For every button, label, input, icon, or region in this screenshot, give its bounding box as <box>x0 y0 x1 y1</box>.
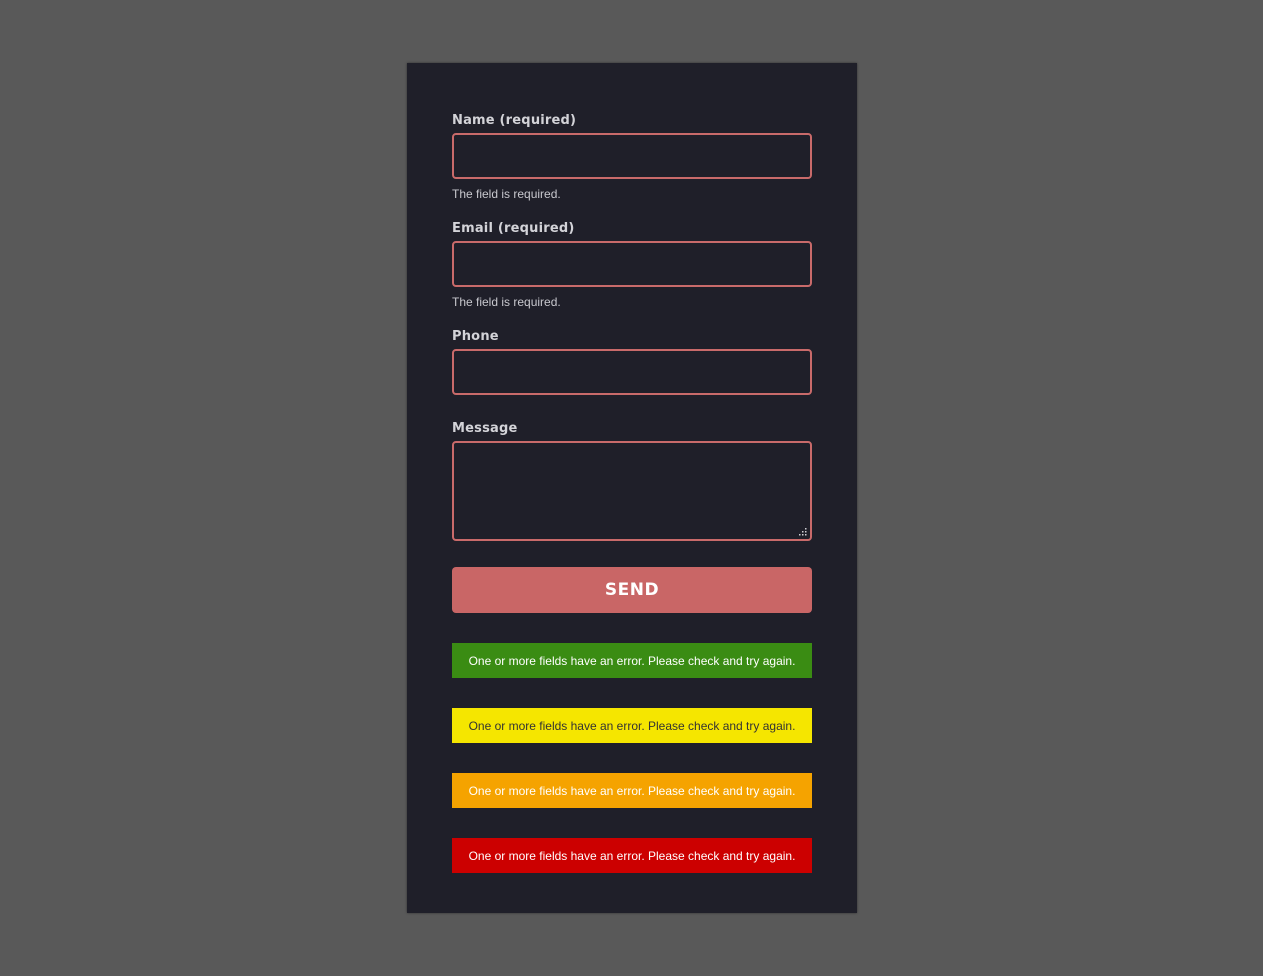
contact-form-card: Name (required) The field is required. E… <box>407 63 857 913</box>
name-error-message: The field is required. <box>452 187 561 201</box>
name-input[interactable] <box>452 133 812 179</box>
send-button[interactable]: SEND <box>452 567 812 613</box>
alert-success: One or more fields have an error. Please… <box>452 643 812 678</box>
phone-input[interactable] <box>452 349 812 395</box>
resize-grip-icon[interactable] <box>799 528 807 536</box>
email-label: Email (required) <box>452 221 575 236</box>
alert-caution: One or more fields have an error. Please… <box>452 773 812 808</box>
phone-label: Phone <box>452 329 499 344</box>
message-textarea[interactable] <box>452 441 812 541</box>
message-label: Message <box>452 421 518 436</box>
email-error-message: The field is required. <box>452 295 561 309</box>
name-label: Name (required) <box>452 113 577 128</box>
email-input[interactable] <box>452 241 812 287</box>
alert-warning: One or more fields have an error. Please… <box>452 708 812 743</box>
alert-error: One or more fields have an error. Please… <box>452 838 812 873</box>
